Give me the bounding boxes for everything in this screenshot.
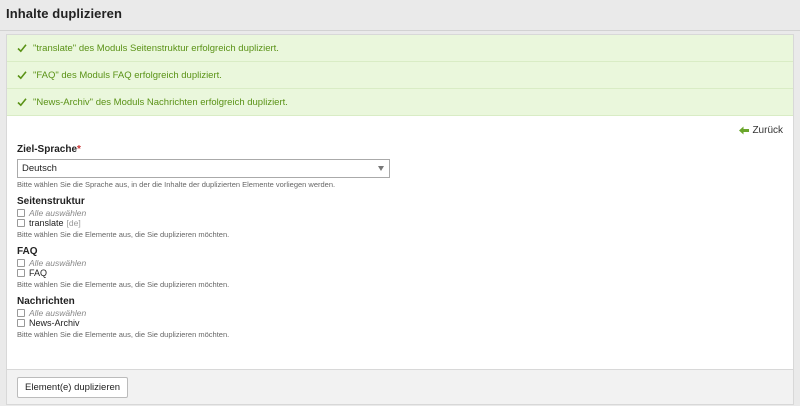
item-row: FAQ	[17, 268, 793, 278]
page-title: Inhalte duplizieren	[6, 6, 123, 21]
checkmark-icon	[17, 97, 27, 107]
group-label: Nachrichten	[17, 296, 75, 307]
form-footer: Element(e) duplizieren	[7, 369, 793, 404]
item-checkbox[interactable]	[17, 269, 25, 277]
group-help: Bitte wählen Sie die Elemente aus, die S…	[17, 230, 230, 239]
select-all-checkbox[interactable]	[17, 259, 25, 267]
group-help: Bitte wählen Sie die Elemente aus, die S…	[17, 330, 230, 339]
target-language-select[interactable]: Deutsch	[17, 159, 390, 178]
success-message: "FAQ" des Moduls FAQ erfolgreich duplizi…	[7, 62, 793, 89]
success-message: "News-Archiv" des Moduls Nachrichten erf…	[7, 89, 793, 116]
page: Inhalte duplizieren "translate" des Modu…	[0, 0, 800, 406]
page-header: Inhalte duplizieren	[0, 0, 800, 31]
group-faq: FAQ Alle auswählen FAQ Bitte wählen Sie …	[17, 246, 793, 289]
target-language-label: Ziel-Sprache	[17, 144, 78, 155]
arrow-left-icon	[739, 126, 750, 135]
group-seitenstruktur: Seitenstruktur Alle auswählen translate …	[17, 196, 793, 239]
group-label: FAQ	[17, 246, 38, 257]
duplicate-button[interactable]: Element(e) duplizieren	[17, 376, 129, 398]
success-message-text: "translate" des Moduls Seitenstruktur er…	[33, 42, 279, 54]
select-all-label: Alle auswählen	[29, 208, 87, 218]
success-message: "translate" des Moduls Seitenstruktur er…	[7, 35, 793, 62]
select-all-row: Alle auswählen	[17, 208, 793, 218]
group-nachrichten: Nachrichten Alle auswählen News-Archiv B…	[17, 296, 793, 339]
duplicate-form: Ziel-Sprache* Deutsch Bitte wählen Sie d…	[7, 144, 793, 339]
language-tag: [de]	[66, 218, 81, 228]
item-label: FAQ	[29, 268, 48, 278]
group-help: Bitte wählen Sie die Elemente aus, die S…	[17, 280, 230, 289]
select-all-checkbox[interactable]	[17, 209, 25, 217]
select-all-label: Alle auswählen	[29, 258, 87, 268]
item-checkbox[interactable]	[17, 319, 25, 327]
back-row: Zurück	[7, 116, 793, 144]
group-label: Seitenstruktur	[17, 196, 85, 207]
back-link-label: Zurück	[752, 124, 783, 136]
success-message-text: "FAQ" des Moduls FAQ erfolgreich duplizi…	[33, 69, 222, 81]
select-all-checkbox[interactable]	[17, 309, 25, 317]
content-panel: "translate" des Moduls Seitenstruktur er…	[6, 34, 794, 405]
target-language-help: Bitte wählen Sie die Sprache aus, in der…	[17, 180, 336, 189]
success-message-text: "News-Archiv" des Moduls Nachrichten erf…	[33, 96, 288, 108]
target-language-value: Deutsch	[22, 163, 57, 174]
item-label: News-Archiv	[29, 318, 80, 328]
caret-down-icon	[378, 166, 384, 171]
item-label: translate	[29, 218, 64, 228]
select-all-label: Alle auswählen	[29, 308, 87, 318]
back-link[interactable]: Zurück	[739, 125, 783, 136]
required-mark: *	[77, 144, 81, 155]
checkmark-icon	[17, 43, 27, 53]
select-all-row: Alle auswählen	[17, 258, 793, 268]
select-all-row: Alle auswählen	[17, 308, 793, 318]
item-checkbox[interactable]	[17, 219, 25, 227]
checkmark-icon	[17, 70, 27, 80]
target-language-field: Ziel-Sprache* Deutsch Bitte wählen Sie d…	[17, 144, 793, 189]
item-row: News-Archiv	[17, 318, 793, 328]
item-row: translate [de]	[17, 218, 793, 228]
